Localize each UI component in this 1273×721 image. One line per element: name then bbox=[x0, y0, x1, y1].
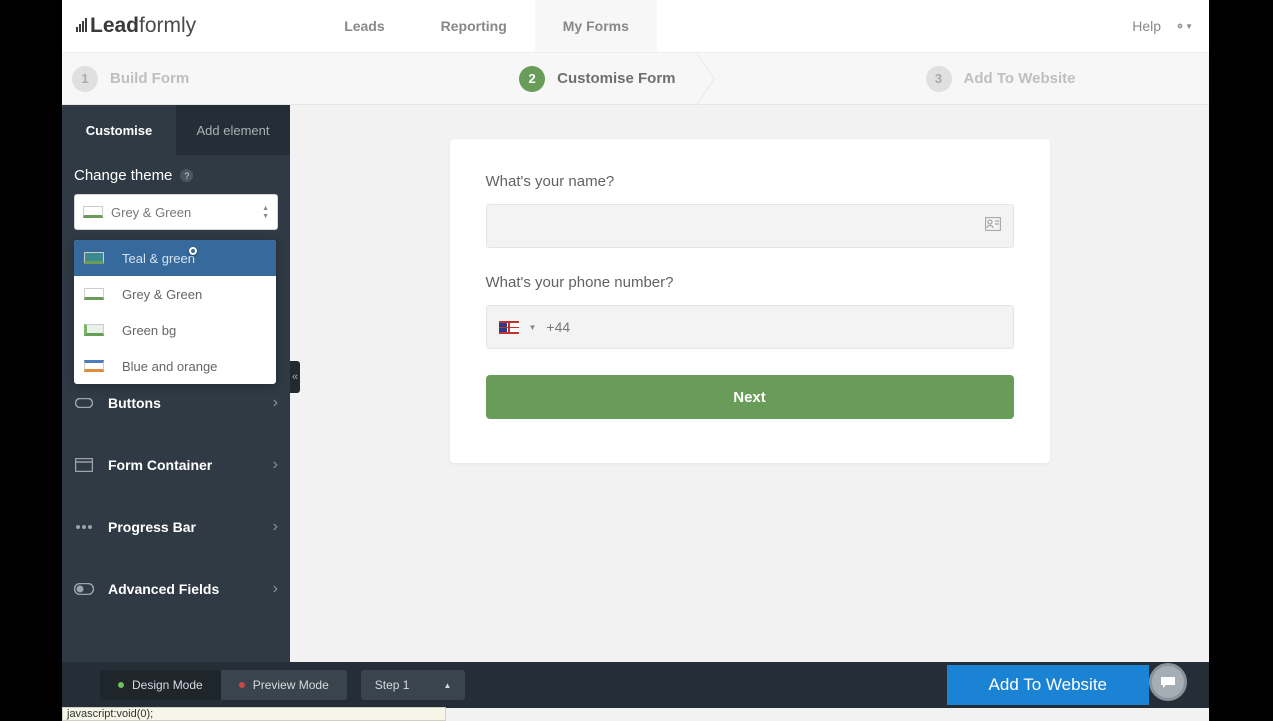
theme-dropdown: Teal & green Grey & Green Green bg Blue … bbox=[74, 240, 276, 384]
caret-up-icon: ▲ bbox=[443, 681, 451, 690]
sidebar-tabs: Customise Add element bbox=[62, 105, 290, 155]
form-card: What's your name? What's your phone numb… bbox=[450, 139, 1050, 463]
theme-swatch-icon bbox=[84, 288, 104, 300]
mode-label: Design Mode bbox=[132, 678, 203, 692]
nav-leads[interactable]: Leads bbox=[316, 0, 412, 52]
help-icon[interactable]: ? bbox=[180, 169, 193, 182]
progress-icon bbox=[74, 524, 94, 530]
theme-option-label: Grey & Green bbox=[122, 287, 202, 302]
logo-light: formly bbox=[139, 14, 196, 38]
wizard-steps: 1 Build Form 2 Customise Form 3 Add To W… bbox=[62, 53, 1209, 105]
sidebar-item-label: Advanced Fields bbox=[108, 581, 259, 597]
theme-option-teal-green[interactable]: Teal & green bbox=[74, 240, 276, 276]
cursor-icon bbox=[189, 247, 197, 255]
dot-icon bbox=[118, 682, 124, 688]
sidebar-item-progress-bar[interactable]: Progress Bar › bbox=[62, 496, 290, 558]
form-question-name: What's your name? bbox=[486, 173, 1014, 190]
nav-my-forms[interactable]: My Forms bbox=[535, 0, 657, 52]
sidebar-item-label: Progress Bar bbox=[108, 519, 259, 535]
step-dropdown-label: Step 1 bbox=[375, 678, 410, 692]
mode-toggle: Design Mode Preview Mode bbox=[100, 670, 347, 700]
help-link[interactable]: Help bbox=[1132, 18, 1161, 34]
logo-bold: Lead bbox=[90, 14, 139, 38]
design-mode-button[interactable]: Design Mode bbox=[100, 670, 221, 700]
form-question-phone: What's your phone number? bbox=[486, 274, 1014, 291]
theme-option-label: Blue and orange bbox=[122, 359, 217, 374]
nav-reporting[interactable]: Reporting bbox=[413, 0, 535, 52]
add-to-website-button[interactable]: Add To Website bbox=[947, 665, 1149, 705]
sidebar-item-label: Buttons bbox=[108, 395, 259, 411]
settings-gear-icon[interactable]: ▼ bbox=[1177, 18, 1193, 34]
change-theme-label: Change theme bbox=[74, 167, 172, 184]
step-number: 1 bbox=[72, 66, 98, 92]
step-label: Add To Website bbox=[964, 70, 1076, 87]
tab-add-element[interactable]: Add element bbox=[176, 105, 290, 155]
theme-selected-text: Grey & Green bbox=[111, 205, 262, 220]
next-button[interactable]: Next bbox=[486, 375, 1014, 419]
dot-icon bbox=[239, 682, 245, 688]
caret-down-icon: ▼ bbox=[1185, 22, 1193, 31]
chevron-right-icon: › bbox=[273, 518, 278, 536]
theme-option-grey-green[interactable]: Grey & Green bbox=[74, 276, 276, 312]
toggle-icon bbox=[74, 583, 94, 595]
contact-card-icon bbox=[985, 217, 1001, 236]
flag-uk-icon[interactable] bbox=[499, 321, 519, 334]
theme-select[interactable]: Grey & Green ▲▼ bbox=[74, 194, 278, 230]
sidebar: Customise Add element Change theme ? Gre… bbox=[62, 105, 290, 721]
theme-option-blue-orange[interactable]: Blue and orange bbox=[74, 348, 276, 384]
chevron-right-icon: › bbox=[273, 394, 278, 412]
phone-prefix: +44 bbox=[546, 319, 570, 335]
theme-swatch-icon bbox=[84, 360, 104, 372]
theme-swatch-icon bbox=[83, 206, 103, 218]
sidebar-item-label: Form Container bbox=[108, 457, 259, 473]
tab-customise[interactable]: Customise bbox=[62, 105, 176, 155]
theme-option-label: Green bg bbox=[122, 323, 176, 338]
bottom-bar: Design Mode Preview Mode Step 1 ▲ Add To… bbox=[62, 662, 1209, 708]
main-nav: Leads Reporting My Forms bbox=[316, 0, 657, 52]
caret-down-icon: ▼ bbox=[529, 323, 537, 332]
step-dropdown[interactable]: Step 1 ▲ bbox=[361, 670, 466, 700]
theme-option-green-bg[interactable]: Green bg bbox=[74, 312, 276, 348]
step-add-to-website[interactable]: 3 Add To Website bbox=[906, 53, 1096, 104]
step-number: 2 bbox=[519, 66, 545, 92]
theme-swatch-icon bbox=[84, 324, 104, 336]
theme-swatch-icon bbox=[84, 252, 104, 264]
app-header: Leadformly Leads Reporting My Forms Help… bbox=[62, 0, 1209, 53]
stepper-arrows-icon: ▲▼ bbox=[262, 205, 269, 220]
theme-option-label: Teal & green bbox=[122, 251, 195, 266]
step-customise-form[interactable]: 2 Customise Form bbox=[499, 53, 695, 104]
logo-bars-icon bbox=[76, 18, 87, 32]
change-theme-heading: Change theme ? bbox=[62, 155, 290, 194]
chevron-right-icon: › bbox=[273, 580, 278, 598]
sidebar-item-advanced-fields[interactable]: Advanced Fields › bbox=[62, 558, 290, 620]
container-icon bbox=[74, 458, 94, 472]
step-label: Customise Form bbox=[557, 70, 675, 87]
step-build-form[interactable]: 1 Build Form bbox=[62, 53, 209, 104]
sidebar-collapse-button[interactable]: « bbox=[290, 361, 300, 393]
button-icon bbox=[74, 398, 94, 408]
chevron-right-icon: › bbox=[273, 456, 278, 474]
step-label: Build Form bbox=[110, 70, 189, 87]
name-input[interactable] bbox=[486, 204, 1014, 248]
floating-help-button[interactable] bbox=[1149, 663, 1187, 701]
step-number: 3 bbox=[926, 66, 952, 92]
logo[interactable]: Leadformly bbox=[76, 14, 196, 38]
browser-status-bar: javascript:void(0); bbox=[62, 707, 446, 721]
preview-mode-button[interactable]: Preview Mode bbox=[221, 670, 347, 700]
sidebar-item-form-container[interactable]: Form Container › bbox=[62, 434, 290, 496]
phone-input[interactable]: ▼ +44 bbox=[486, 305, 1014, 349]
form-canvas: What's your name? What's your phone numb… bbox=[290, 105, 1209, 721]
mode-label: Preview Mode bbox=[253, 678, 329, 692]
